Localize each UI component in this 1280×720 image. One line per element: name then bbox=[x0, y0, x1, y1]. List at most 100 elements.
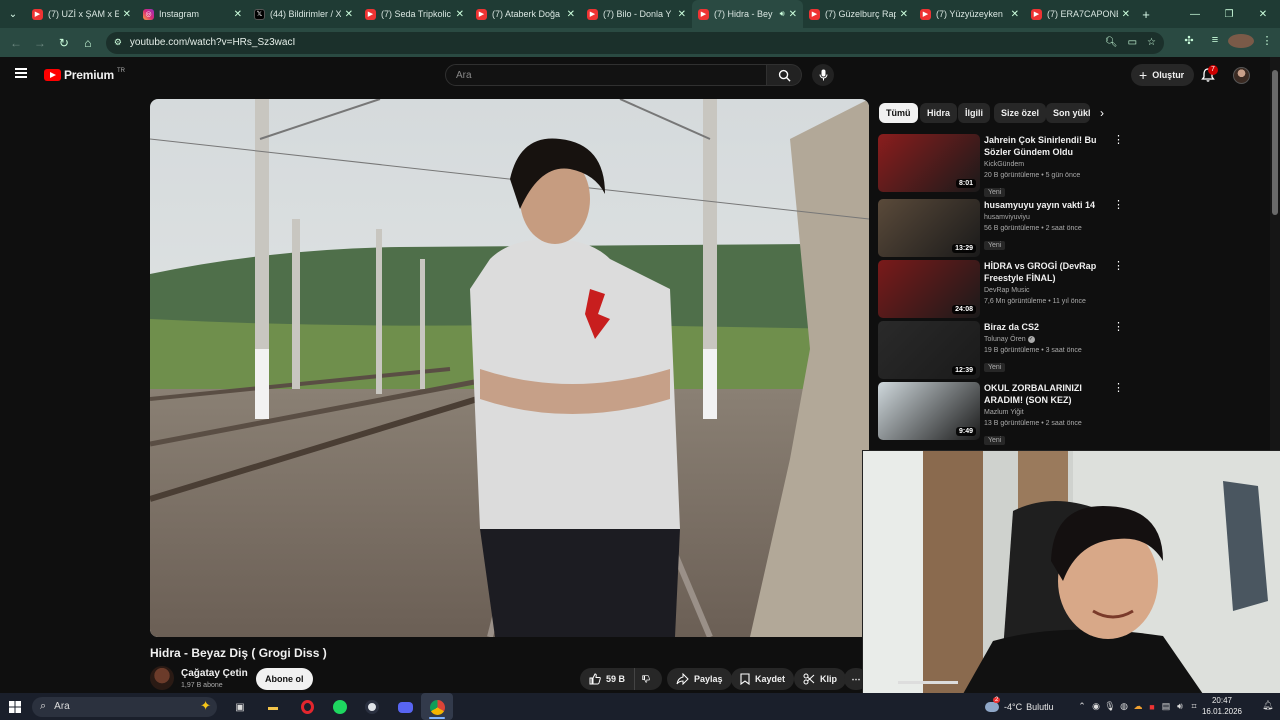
close-icon[interactable]: ✕ bbox=[567, 9, 575, 20]
browser-tab[interactable]: ▶ (7) Yüzyüzeyken ✕ bbox=[914, 0, 1025, 28]
close-icon[interactable]: ✕ bbox=[900, 9, 908, 20]
profile-icon[interactable] bbox=[1227, 34, 1254, 51]
url-text[interactable]: youtube.com/watch?v=HRs_Sz3wacI bbox=[130, 37, 1095, 48]
file-explorer-icon[interactable]: ▬ bbox=[263, 697, 283, 717]
start-button[interactable] bbox=[0, 693, 30, 720]
close-icon[interactable]: ✕ bbox=[678, 9, 686, 20]
channel-avatar[interactable] bbox=[150, 666, 174, 690]
steam-tray-icon[interactable]: ◉ bbox=[1089, 701, 1103, 712]
recommended-video-channel[interactable]: Tolunay Ören ✓ bbox=[984, 335, 1110, 345]
close-window-icon[interactable]: ✕ bbox=[1246, 9, 1280, 20]
filter-chip[interactable]: Tümü bbox=[879, 103, 918, 123]
dislike-button[interactable] bbox=[634, 668, 662, 690]
close-icon[interactable]: ✕ bbox=[1011, 9, 1019, 20]
tab-search-chevron-icon[interactable]: ⌄ bbox=[0, 0, 26, 28]
close-icon[interactable]: ✕ bbox=[234, 9, 242, 20]
browser-tab[interactable]: ▶ (7) ERA7CAPONE ✕ bbox=[1025, 0, 1136, 28]
search-input[interactable] bbox=[445, 64, 767, 86]
home-icon[interactable]: ⌂ bbox=[76, 36, 100, 50]
notification-center-icon[interactable]: 🔔︎ bbox=[1262, 700, 1273, 711]
more-vertical-icon[interactable]: ⋮ bbox=[1113, 135, 1124, 146]
recommended-video-title[interactable]: Jahrein Çok Sinirlendi! Bu Sözler Gündem… bbox=[984, 134, 1110, 158]
reload-icon[interactable]: ↻ bbox=[52, 36, 76, 50]
video-thumbnail[interactable]: 13:29 bbox=[878, 199, 980, 257]
app-tray-icon-2[interactable]: ▤ bbox=[1159, 701, 1173, 712]
channel-name[interactable]: Çağatay Çetin bbox=[181, 668, 248, 679]
steam-icon[interactable] bbox=[362, 697, 382, 717]
speaker-icon[interactable]: 🔊︎ bbox=[780, 9, 785, 19]
like-button[interactable]: 59 B bbox=[580, 668, 634, 690]
recommended-video-channel[interactable]: husamviyuviyu bbox=[984, 213, 1110, 223]
cloud-tray-icon[interactable]: ☁ bbox=[1131, 701, 1145, 712]
browser-tab[interactable]: ▶ (7) UZİ x ŞAM x E ✕ bbox=[26, 0, 137, 28]
browser-tab[interactable]: 𝕏 (44) Bildirimler / X ✕ bbox=[248, 0, 359, 28]
close-icon[interactable]: ✕ bbox=[345, 9, 353, 20]
video-thumbnail[interactable]: 12:39 bbox=[878, 321, 980, 379]
account-avatar[interactable] bbox=[1233, 67, 1250, 84]
more-vertical-icon[interactable]: ⋮ bbox=[1113, 322, 1124, 333]
recommended-video[interactable]: 8:01 Jahrein Çok Sinirlendi! Bu Sözler Gü… bbox=[878, 134, 1128, 197]
browser-tab[interactable]: ▶ (7) Güzelburç Rap ✕ bbox=[803, 0, 914, 28]
microphone-tray-icon[interactable]: 🎙︎ bbox=[1103, 701, 1117, 712]
new-tab-button[interactable]: + bbox=[1136, 7, 1156, 22]
video-thumbnail[interactable]: 9:49 bbox=[878, 382, 980, 440]
more-vertical-icon[interactable]: ⋮ bbox=[1113, 383, 1124, 394]
app-tray-icon[interactable]: ■ bbox=[1145, 702, 1159, 712]
volume-icon[interactable]: 🔊︎ bbox=[1173, 701, 1187, 712]
browser-menu-icon[interactable]: ⋮ bbox=[1254, 34, 1280, 51]
network-icon[interactable]: ⌗ bbox=[1187, 701, 1201, 712]
extensions-icon[interactable]: ✣ bbox=[1176, 34, 1202, 51]
scrollbar-thumb[interactable] bbox=[1272, 70, 1278, 215]
cast-icon[interactable]: ▭ bbox=[1128, 37, 1137, 48]
filter-chip[interactable]: Hidra bbox=[920, 103, 958, 123]
chrome-icon[interactable] bbox=[427, 697, 447, 717]
discord-icon[interactable] bbox=[395, 697, 415, 717]
clip-button[interactable]: Klip bbox=[794, 668, 846, 690]
site-info-icon[interactable]: ⚙ bbox=[114, 37, 122, 48]
youtube-premium-logo[interactable]: Premium TR bbox=[44, 68, 125, 82]
weather-widget[interactable]: 2 -4°C Bulutlu bbox=[985, 693, 1054, 720]
recommended-video-title[interactable]: HİDRA vs GROGİ (DevRap Freestyle FİNAL) bbox=[984, 260, 1110, 284]
browser-tab[interactable]: ▶ (7) Hidra - Bey 🔊︎ ✕ bbox=[692, 0, 803, 28]
forward-icon[interactable]: → bbox=[28, 36, 52, 50]
recommended-video[interactable]: 9:49 OKUL ZORBALARINIZI ARADIM! (SON KEZ)… bbox=[878, 382, 1128, 445]
recommended-video[interactable]: 12:39 Biraz da CS2 Tolunay Ören ✓ 19 B görün… bbox=[878, 321, 1128, 379]
save-button[interactable]: Kaydet bbox=[731, 668, 795, 690]
search-button[interactable] bbox=[767, 64, 802, 86]
address-bar[interactable]: ⚙ youtube.com/watch?v=HRs_Sz3wacI 🔍︎ ▭ ☆ bbox=[105, 31, 1164, 54]
taskbar-clock[interactable]: 20:47 16.01.2026 bbox=[1200, 695, 1244, 717]
more-vertical-icon[interactable]: ⋮ bbox=[1113, 261, 1124, 272]
bookmark-star-icon[interactable]: ☆ bbox=[1147, 37, 1156, 48]
browser-tab[interactable]: ▶ (7) Seda Tripkolic ✕ bbox=[359, 0, 470, 28]
zoom-icon[interactable]: 🔍︎ bbox=[1105, 37, 1118, 48]
hamburger-menu-icon[interactable] bbox=[15, 68, 27, 78]
discord-tray-icon[interactable]: ◍ bbox=[1117, 701, 1131, 712]
create-button[interactable]: + Oluştur bbox=[1131, 64, 1195, 86]
recommended-video-title[interactable]: OKUL ZORBALARINIZI ARADIM! (SON KEZ) bbox=[984, 382, 1110, 406]
video-player[interactable] bbox=[150, 99, 869, 637]
filter-chip[interactable]: İlgili bbox=[958, 103, 990, 123]
video-thumbnail[interactable]: 24:08 bbox=[878, 260, 980, 318]
recommended-video[interactable]: 24:08 HİDRA vs GROGİ (DevRap Freestyle Fİ… bbox=[878, 260, 1128, 318]
subscribe-button[interactable]: Abone ol bbox=[256, 668, 313, 690]
recommended-video-channel[interactable]: DevRap Music bbox=[984, 286, 1110, 296]
recommended-video-title[interactable]: Biraz da CS2 bbox=[984, 321, 1110, 333]
recommended-video[interactable]: 13:29 husamyuyu yayın vakti 14 husamviyuvi… bbox=[878, 199, 1128, 257]
more-vertical-icon[interactable]: ⋮ bbox=[1113, 200, 1124, 211]
recommended-video-channel[interactable]: KickGündem bbox=[984, 160, 1110, 170]
close-icon[interactable]: ✕ bbox=[123, 9, 131, 20]
chevron-right-icon[interactable]: › bbox=[1100, 106, 1104, 120]
spotify-icon[interactable] bbox=[330, 697, 350, 717]
browser-tab[interactable]: ▶ (7) Ataberk Doğa ✕ bbox=[470, 0, 581, 28]
close-icon[interactable]: ✕ bbox=[789, 9, 797, 20]
filter-chip[interactable]: Size özel bbox=[994, 103, 1047, 123]
close-icon[interactable]: ✕ bbox=[456, 9, 464, 20]
recommended-video-title[interactable]: husamyuyu yayın vakti 14 bbox=[984, 199, 1110, 211]
share-button[interactable]: Paylaş bbox=[667, 668, 732, 690]
video-thumbnail[interactable]: 8:01 bbox=[878, 134, 980, 192]
close-icon[interactable]: ✕ bbox=[1122, 9, 1130, 20]
task-view-icon[interactable]: ▣ bbox=[230, 697, 250, 717]
back-icon[interactable]: ← bbox=[4, 36, 28, 50]
voice-search-button[interactable] bbox=[812, 64, 834, 86]
maximize-icon[interactable]: ❐ bbox=[1212, 9, 1246, 20]
